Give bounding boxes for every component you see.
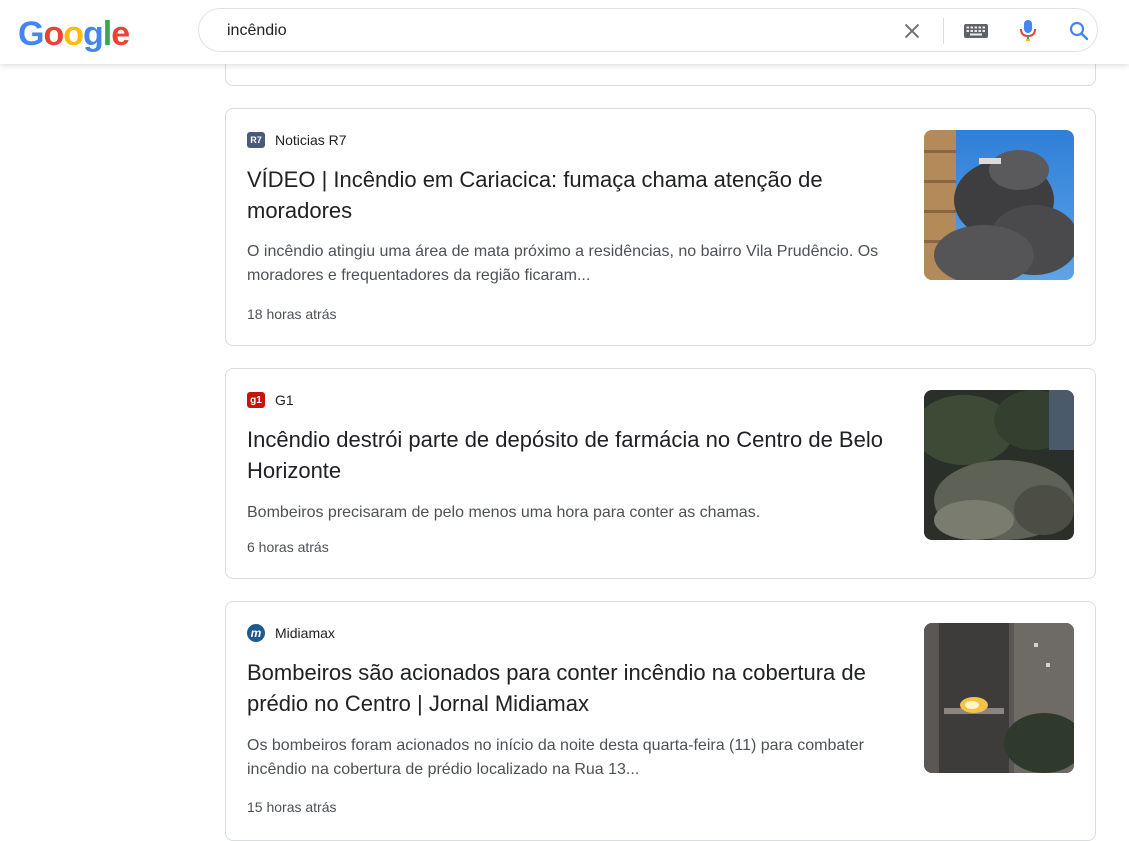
result-source: m Midiamax [247,624,335,642]
result-snippet: Bombeiros precisaram de pelo menos uma h… [247,504,761,521]
result-timestamp: 18 horas atrás [247,306,337,322]
logo-letter: g [83,15,104,53]
result-timestamp: 15 horas atrás [247,799,337,815]
result-thumbnail[interactable] [924,623,1074,773]
source-name: Noticias R7 [275,132,347,148]
news-result-card[interactable]: R7 Noticias R7 VÍDEO | Incêndio em Caria… [225,108,1096,346]
logo-letter: e [111,15,130,53]
source-name: G1 [275,392,294,408]
logo-letter: l [102,15,113,53]
logo-letter: G [18,15,44,53]
microphone-icon[interactable] [1017,18,1039,44]
search-box[interactable]: incêndio [198,8,1098,52]
result-timestamp: 6 horas atrás [247,539,329,555]
result-snippet: O incêndio atingiu uma área de mata próx… [247,243,879,284]
logo-letter: o [63,15,84,53]
result-thumbnail[interactable] [924,130,1074,280]
result-source: g1 G1 [247,391,294,409]
result-source: R7 Noticias R7 [247,131,347,149]
close-icon[interactable] [899,18,925,44]
result-title-link[interactable]: VÍDEO | Incêndio em Cariacica: fumaça ch… [247,164,902,226]
midiamax-favicon-icon: m [247,624,265,642]
news-result-card[interactable]: g1 G1 Incêndio destrói parte de depósito… [225,368,1096,579]
search-input[interactable]: incêndio [227,21,287,41]
search-divider [943,18,944,44]
search-icon[interactable] [1067,19,1091,43]
logo-letter: o [43,15,64,53]
g1-favicon-icon: g1 [247,392,265,408]
r7-favicon-icon: R7 [247,132,265,148]
source-name: Midiamax [275,625,335,641]
keyboard-icon[interactable] [963,22,989,40]
google-logo[interactable]: Google [18,14,130,54]
result-title-link[interactable]: Incêndio destrói parte de depósito de fa… [247,424,902,486]
result-title-link[interactable]: Bombeiros são acionados para conter incê… [247,657,902,719]
search-header: Google incêndio [0,0,1129,64]
result-snippet: Os bombeiros foram acionados no início d… [247,737,864,778]
news-result-card[interactable]: m Midiamax Bombeiros são acionados para … [225,601,1096,841]
result-thumbnail[interactable] [924,390,1074,540]
